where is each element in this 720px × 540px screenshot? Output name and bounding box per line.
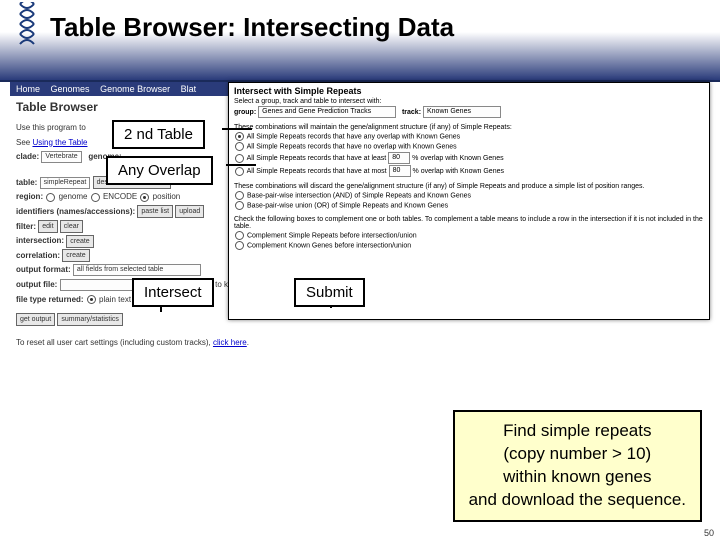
nav-blat[interactable]: Blat	[181, 84, 197, 94]
intersect-select-text: Select a group, track and table to inter…	[234, 98, 704, 105]
intersect-track-select[interactable]: Known Genes	[423, 106, 501, 118]
file-type-plain-text: plain text	[99, 295, 131, 304]
opt-any-overlap-radio[interactable]	[235, 132, 244, 141]
region-position-text: position	[153, 192, 181, 201]
clade-select[interactable]: Vertebrate	[41, 151, 81, 163]
reset-link[interactable]: click here	[213, 338, 247, 347]
opt-at-least-a: All Simple Repeats records that have at …	[247, 155, 387, 162]
clade-label: clade:	[16, 152, 39, 161]
bp-or-text: Base-pair-wise union (OR) of Simple Repe…	[247, 202, 448, 209]
nav-genomes[interactable]: Genomes	[51, 84, 90, 94]
comp1-check[interactable]	[235, 231, 244, 240]
intersect-track-label: track:	[402, 109, 421, 116]
correlation-label: correlation:	[16, 251, 60, 260]
opt-at-least-input[interactable]: 80	[388, 152, 410, 164]
intersection-label: intersection:	[16, 236, 64, 245]
file-type-plain-radio[interactable]	[87, 295, 96, 304]
summary-stats-button[interactable]: summary/statistics	[57, 313, 123, 326]
filter-edit-button[interactable]: edit	[38, 220, 57, 233]
using-table-link[interactable]: Using the Table	[32, 138, 87, 147]
nav-genome-browser[interactable]: Genome Browser	[100, 84, 170, 94]
opt-any-overlap: All Simple Repeats records that have any…	[247, 133, 461, 140]
goal-line1: Find simple repeats	[469, 420, 686, 443]
bp-and-radio[interactable]	[235, 191, 244, 200]
slide-header: Table Browser: Intersecting Data	[0, 0, 720, 82]
intro-text: Use this program to	[16, 123, 86, 132]
callout-submit: Submit	[294, 278, 365, 307]
output-format-label: output format:	[16, 265, 71, 274]
check-text: Check the following boxes to complement …	[234, 216, 704, 230]
file-type-label: file type returned:	[16, 295, 84, 304]
callout-any-overlap: Any Overlap	[106, 156, 213, 185]
filter-clear-button[interactable]: clear	[60, 220, 83, 233]
region-label: region:	[16, 192, 43, 201]
filter-label: filter:	[16, 222, 36, 231]
opt-at-most-a: All Simple Repeats records that have at …	[247, 168, 387, 175]
bp-and-text: Base-pair-wise intersection (AND) of Sim…	[247, 192, 471, 199]
identifiers-label: identifiers (names/accessions):	[16, 207, 135, 216]
intersection-create-button[interactable]: create	[66, 235, 93, 248]
opt-at-least-radio[interactable]	[235, 154, 244, 163]
correlation-create-button[interactable]: create	[62, 249, 89, 262]
combo-text: These combinations will maintain the gen…	[234, 124, 704, 131]
intersect-group-select[interactable]: Genes and Gene Prediction Tracks	[258, 106, 396, 118]
comp2-text: Complement Known Genes before intersecti…	[247, 242, 411, 249]
table-select[interactable]: simpleRepeat	[40, 177, 91, 189]
dna-helix-icon	[16, 2, 38, 52]
intersect-group-label: group:	[234, 109, 256, 116]
region-encode-radio[interactable]	[91, 193, 100, 202]
goal-line3: within known genes	[469, 466, 686, 489]
goal-line4: and download the sequence.	[469, 489, 686, 512]
opt-at-least-b: % overlap with Known Genes	[412, 155, 503, 162]
pointer-icon	[226, 164, 256, 166]
discard-text: These combinations will discard the gene…	[234, 183, 704, 190]
output-file-label: output file:	[16, 280, 57, 289]
comp1-text: Complement Simple Repeats before interse…	[247, 232, 417, 239]
upload-button[interactable]: upload	[175, 205, 204, 218]
region-genome-text: genome	[59, 192, 88, 201]
opt-at-most-b: % overlap with Known Genes	[413, 168, 504, 175]
region-position-radio[interactable]	[140, 193, 149, 202]
nav-home[interactable]: Home	[16, 84, 40, 94]
bp-or-radio[interactable]	[235, 201, 244, 210]
get-output-button[interactable]: get output	[16, 313, 55, 326]
callout-second-table: 2 nd Table	[112, 120, 205, 149]
region-encode-text: ENCODE	[103, 192, 137, 201]
callout-intersect: Intersect	[132, 278, 214, 307]
pointer-icon	[222, 128, 252, 130]
page-number: 50	[704, 528, 714, 538]
goal-line2: (copy number > 10)	[469, 443, 686, 466]
opt-no-overlap-radio[interactable]	[235, 142, 244, 151]
comp2-check[interactable]	[235, 241, 244, 250]
opt-at-most-input[interactable]: 80	[389, 165, 411, 177]
reset-text: To reset all user cart settings (includi…	[16, 338, 213, 347]
opt-no-overlap: All Simple Repeats records that have no …	[247, 143, 457, 150]
paste-list-button[interactable]: paste list	[137, 205, 173, 218]
output-format-select[interactable]: all fields from selected table	[73, 264, 201, 276]
goal-box: Find simple repeats (copy number > 10) w…	[453, 410, 702, 522]
table-label: table:	[16, 178, 37, 187]
slide-title: Table Browser: Intersecting Data	[50, 12, 454, 42]
region-genome-radio[interactable]	[46, 193, 55, 202]
intersect-dialog-title: Intersect with Simple Repeats	[234, 86, 704, 96]
opt-at-most-radio[interactable]	[235, 167, 244, 176]
